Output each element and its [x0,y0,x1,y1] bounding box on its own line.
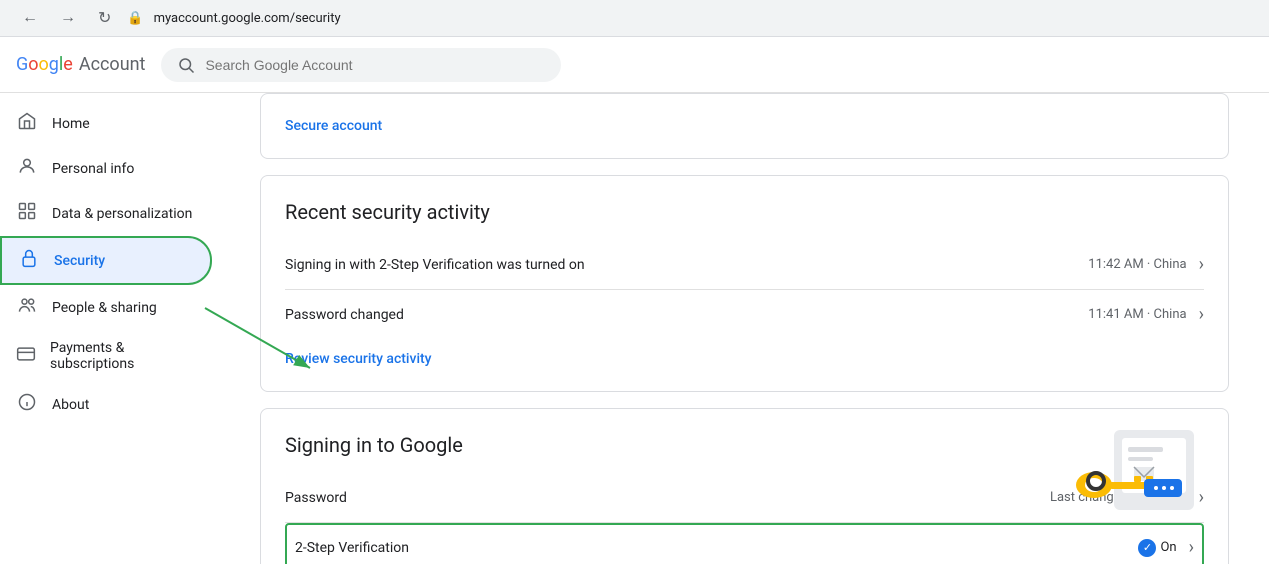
on-dot: ✓ [1138,539,1156,557]
sidebar-label-about: About [52,397,89,413]
on-badge: ✓ On [1138,539,1176,557]
sidebar-label-payments: Payments & subscriptions [50,340,196,372]
signing-in-card: Signing in to Google [260,408,1229,564]
logo-o1: o [28,54,38,75]
info-icon [16,392,38,417]
sidebar-label-personal-info: Personal info [52,161,134,177]
password-label: Password [285,490,1050,506]
forward-button[interactable]: → [54,7,82,29]
sidebar-label-security: Security [54,253,105,269]
main-layout: Home Personal info Data & personalizatio… [0,93,1269,564]
sidebar: Home Personal info Data & personalizatio… [0,93,220,564]
sidebar-item-payments[interactable]: Payments & subscriptions [0,330,212,382]
activity-detail-1: 11:42 AM · China [1088,257,1186,272]
search-input[interactable] [205,57,545,73]
home-icon [16,111,38,136]
sidebar-label-data: Data & personalization [52,206,192,222]
review-security-link[interactable]: Review security activity [285,351,432,367]
sidebar-item-home[interactable]: Home [0,101,212,146]
account-label: Account [79,54,146,75]
lock-icon: 🔒 [127,11,143,26]
secure-account-card: Secure account [260,93,1229,159]
topbar: Google Account [0,37,1269,93]
sidebar-item-about[interactable]: About [0,382,212,427]
activity-detail-2: 11:41 AM · China [1088,307,1186,322]
sidebar-label-people: People & sharing [52,300,157,316]
url-bar[interactable]: myaccount.google.com/security [154,11,341,26]
people-icon [16,295,38,320]
recent-activity-title: Recent security activity [285,200,1204,224]
search-bar[interactable] [161,48,561,82]
sidebar-item-security[interactable]: Security [0,236,212,285]
logo-e: e [63,54,73,75]
on-label: On [1160,540,1176,555]
sidebar-label-home: Home [52,116,90,132]
sidebar-item-personal-info[interactable]: Personal info [0,146,212,191]
signing-illustration [1044,425,1204,515]
refresh-button[interactable]: ↻ [92,6,117,30]
activity-row-2[interactable]: Password changed 11:41 AM · China › [285,290,1204,339]
sidebar-item-data-personalization[interactable]: Data & personalization [0,191,212,236]
key-illustration-svg [1044,425,1204,515]
main-content: Secure account Recent security activity … [220,93,1269,564]
data-icon [16,201,38,226]
payments-icon [16,344,36,369]
chevron-icon-1: › [1199,254,1204,275]
back-button[interactable]: ← [16,7,44,29]
activity-row-1[interactable]: Signing in with 2-Step Verification was … [285,240,1204,290]
chevron-2step: › [1189,537,1194,558]
2step-row[interactable]: 2-Step Verification ✓ On › [285,523,1204,564]
recent-activity-card: Recent security activity Signing in with… [260,175,1229,392]
secure-account-link[interactable]: Secure account [285,118,382,134]
person-icon [16,156,38,181]
sidebar-item-people-sharing[interactable]: People & sharing [0,285,212,330]
browser-bar: ← → ↻ 🔒 myaccount.google.com/security [0,0,1269,37]
search-icon [177,56,195,74]
2step-label: 2-Step Verification [295,540,1138,556]
logo-g: G [16,54,28,75]
logo-g2: g [49,54,59,75]
lock-icon [18,248,40,273]
activity-text-1: Signing in with 2-Step Verification was … [285,257,1088,273]
activity-text-2: Password changed [285,307,1088,323]
chevron-icon-2: › [1199,304,1204,325]
logo-o2: o [39,54,49,75]
google-account-logo: Google Account [16,54,145,75]
